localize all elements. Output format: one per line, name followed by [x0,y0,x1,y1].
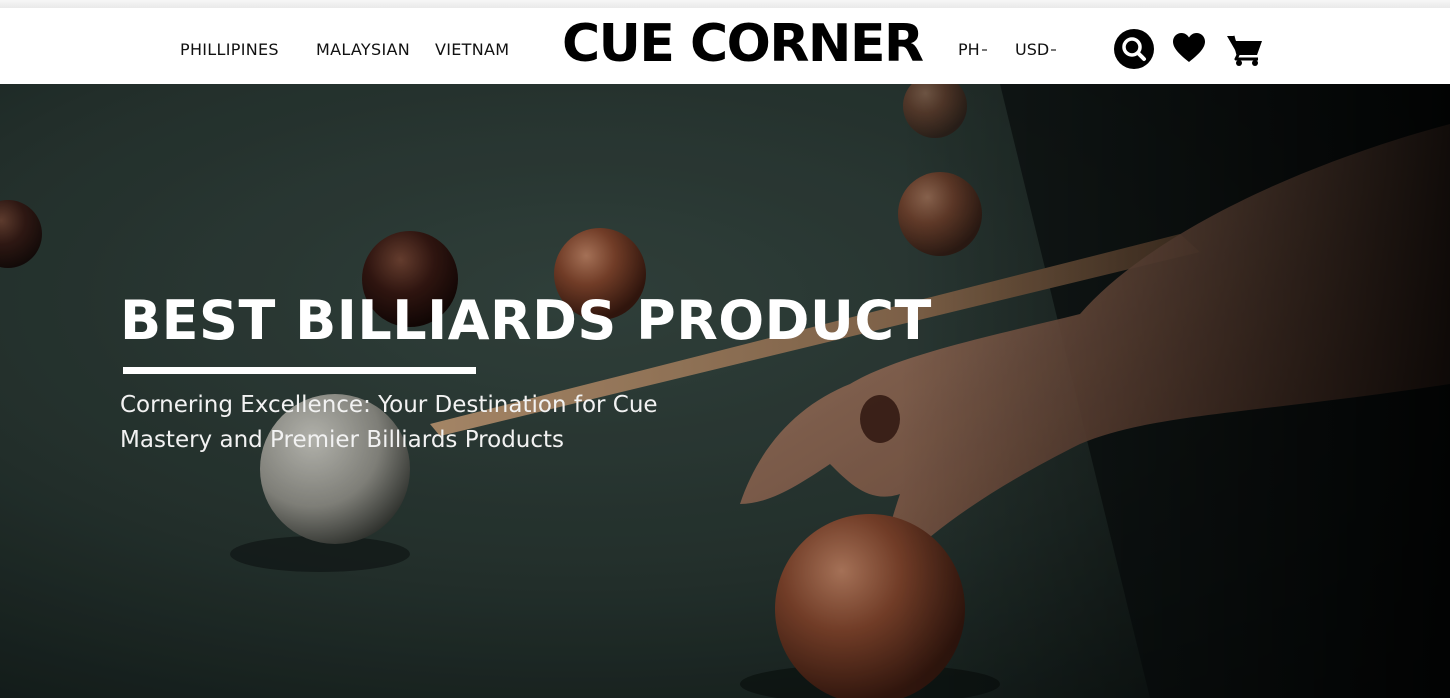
region-selector[interactable]: PH [958,40,987,59]
heart-icon [1173,33,1205,62]
site-logo[interactable]: CUE CORNER [562,14,924,74]
currency-selector-value: USD [1015,40,1050,59]
nav-link-malaysian[interactable]: MALAYSIAN [316,40,410,59]
search-icon [1114,29,1154,69]
nav-link-vietnam[interactable]: VIETNAM [435,40,509,59]
hero-subtitle: Cornering Excellence: Your Destination f… [120,392,658,453]
hero-banner: BEST BILLIARDS PRODUCT Cornering Excelle… [0,84,1450,698]
region-selector-value: PH [958,40,980,59]
chevron-down-icon [1051,48,1057,51]
top-border [0,0,1450,8]
hero-title: BEST BILLIARDS PRODUCT [120,289,932,352]
chevron-down-icon [981,48,987,51]
nav-link-phillipines[interactable]: PHILLIPINES [180,40,279,59]
cart-icon [1227,35,1262,66]
search-button[interactable] [1113,28,1155,70]
cart-button[interactable] [1225,32,1265,68]
wishlist-button[interactable] [1172,32,1206,64]
site-header: PHILLIPINES MALAYSIAN VIETNAM CUE CORNER… [0,8,1450,84]
currency-selector[interactable]: USD [1015,40,1057,59]
hero-title-underline [123,367,476,374]
